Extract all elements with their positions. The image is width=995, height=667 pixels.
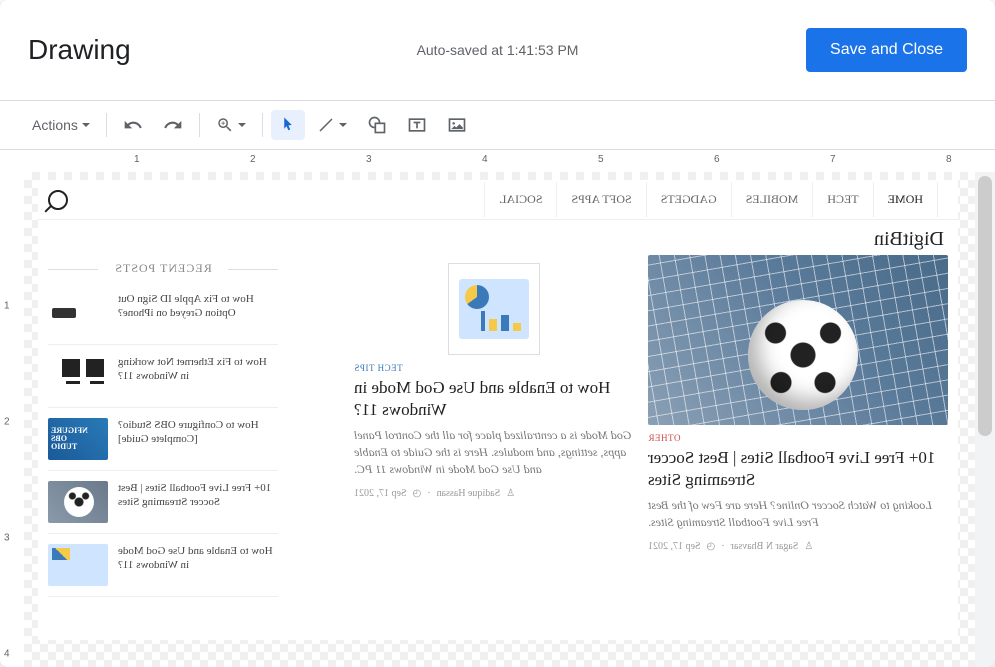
shape-icon	[367, 115, 387, 135]
nav-item: SOCIAL	[484, 182, 556, 217]
inserted-image[interactable]: HOME TECH MOBILES GADGETS SOFT APPS SOCI…	[38, 180, 958, 640]
vertical-scrollbar[interactable]	[975, 172, 995, 667]
line-tool-button[interactable]	[309, 110, 355, 140]
dialog-title: Drawing	[28, 34, 131, 66]
site-nav: HOME TECH MOBILES GADGETS SOFT APPS SOCI…	[38, 180, 958, 220]
person-icon: ♙	[506, 488, 515, 499]
canvas-area: 1 2 3 4 HOME TECH MOBILES GADGETS SOFT A…	[0, 172, 975, 667]
second-article: TECH TIPS How to Enable and Use God Mode…	[354, 255, 634, 597]
horizontal-ruler[interactable]: 1 2 3 4 5 6 7 8	[24, 150, 975, 174]
article-meta: ♙ Sadique Hassan · ◷ Sep 17, 2021	[354, 488, 634, 499]
toolbar: Actions	[0, 101, 995, 149]
toolbar-separator	[199, 113, 200, 137]
article-meta: ♙ Sagar N Bhavsar · ◷ Sep 17, 2021	[648, 541, 948, 552]
scrollbar-thumb[interactable]	[978, 176, 992, 436]
hero-image	[648, 255, 948, 425]
zoom-button[interactable]	[208, 110, 254, 140]
sidebar-item-text: How to Fix Apple ID Sign Out Option Grey…	[118, 292, 278, 321]
clock-icon: ◷	[413, 488, 422, 499]
publish-date: Sep 17, 2021	[354, 488, 407, 499]
toolbar-separator	[106, 113, 107, 137]
redo-icon	[163, 115, 183, 135]
search-icon	[48, 190, 68, 210]
cursor-icon	[279, 116, 297, 134]
image-tool-button[interactable]	[439, 109, 475, 141]
shape-tool-button[interactable]	[359, 109, 395, 141]
line-icon	[317, 116, 335, 134]
undo-button[interactable]	[115, 109, 151, 141]
actions-menu-button[interactable]: Actions	[24, 111, 98, 139]
ruler-area: 1 2 3 4 5 6 7 8	[0, 149, 995, 173]
nav-item: GADGETS	[646, 182, 731, 217]
autosave-status: Auto-saved at 1:41:53 PM	[417, 42, 579, 58]
undo-icon	[123, 115, 143, 135]
textbox-tool-button[interactable]	[399, 109, 435, 141]
site-body: OTHER 10+ Free Live Football Sites | Bes…	[38, 255, 958, 597]
category-label: OTHER	[648, 433, 948, 443]
sidebar-item: How to Configure OBS Studio? [Complete G…	[48, 408, 278, 471]
sidebar-thumb	[48, 481, 108, 523]
zoom-icon	[216, 116, 234, 134]
sidebar-item-text: How to Fix Ethernet Not working in Windo…	[118, 355, 278, 384]
sidebar-heading: RECENT POSTS	[48, 255, 278, 282]
soccer-ball-graphic	[748, 300, 858, 410]
nav-item: HOME	[873, 182, 938, 217]
sidebar-item: 10+ Free Live Football Sites | Best Socc…	[48, 471, 278, 534]
sidebar-thumb	[48, 355, 108, 397]
hero-article: OTHER 10+ Free Live Football Sites | Bes…	[648, 255, 948, 597]
person-icon: ♙	[804, 541, 813, 552]
sidebar-thumb: NFIGUREOBSTUDIO	[48, 418, 108, 460]
dialog-header: Drawing Auto-saved at 1:41:53 PM Save an…	[0, 0, 995, 100]
sidebar-item-text: How to Enable and Use God Mode in Window…	[118, 544, 278, 573]
nav-item: SOFT APPS	[556, 182, 645, 217]
publish-date: Sep 17, 2021	[648, 541, 701, 552]
nav-list: HOME TECH MOBILES GADGETS SOFT APPS SOCI…	[484, 182, 938, 217]
author-name: Sagar N Bhavsar	[731, 541, 799, 552]
sidebar-item-text: How to Configure OBS Studio? [Complete G…	[118, 418, 278, 447]
redo-button[interactable]	[155, 109, 191, 141]
article-title: 10+ Free Live Football Sites | Best Socc…	[648, 447, 948, 491]
ruler-corner	[0, 150, 24, 174]
vertical-ruler[interactable]: 1 2 3 4	[0, 172, 24, 667]
nav-item: MOBILES	[731, 182, 813, 217]
save-and-close-button[interactable]: Save and Close	[806, 28, 967, 72]
select-tool-button[interactable]	[271, 110, 305, 140]
drawing-canvas[interactable]: HOME TECH MOBILES GADGETS SOFT APPS SOCI…	[24, 172, 975, 667]
author-name: Sadique Hassan	[437, 488, 501, 499]
toolbar-separator	[262, 113, 263, 137]
main-column: OTHER 10+ Free Live Football Sites | Bes…	[292, 255, 948, 597]
sidebar-thumb	[48, 544, 108, 586]
sidebar-item: How to Enable and Use God Mode in Window…	[48, 534, 278, 597]
chart-icon	[459, 279, 529, 339]
sidebar-item-text: 10+ Free Live Football Sites | Best Socc…	[118, 481, 278, 510]
textbox-icon	[407, 115, 427, 135]
sidebar-thumb	[48, 292, 108, 334]
sidebar-item: How to Fix Ethernet Not working in Windo…	[48, 345, 278, 408]
article-desc: Looking to Watch Soccer Online? Here are…	[648, 497, 948, 531]
nav-item: TECH	[812, 182, 872, 217]
article-title: How to Enable and Use God Mode in Window…	[354, 377, 634, 421]
clock-icon: ◷	[707, 541, 716, 552]
drawing-dialog: Drawing Auto-saved at 1:41:53 PM Save an…	[0, 0, 995, 667]
site-brand: DigitBin	[38, 220, 958, 255]
article-desc: God Mode is a centralized place for all …	[354, 427, 634, 477]
image-icon	[447, 115, 467, 135]
category-label: TECH TIPS	[354, 363, 634, 373]
second-image	[448, 263, 540, 355]
sidebar: RECENT POSTS How to Fix Apple ID Sign Ou…	[48, 255, 278, 597]
sidebar-item: How to Fix Apple ID Sign Out Option Grey…	[48, 282, 278, 345]
